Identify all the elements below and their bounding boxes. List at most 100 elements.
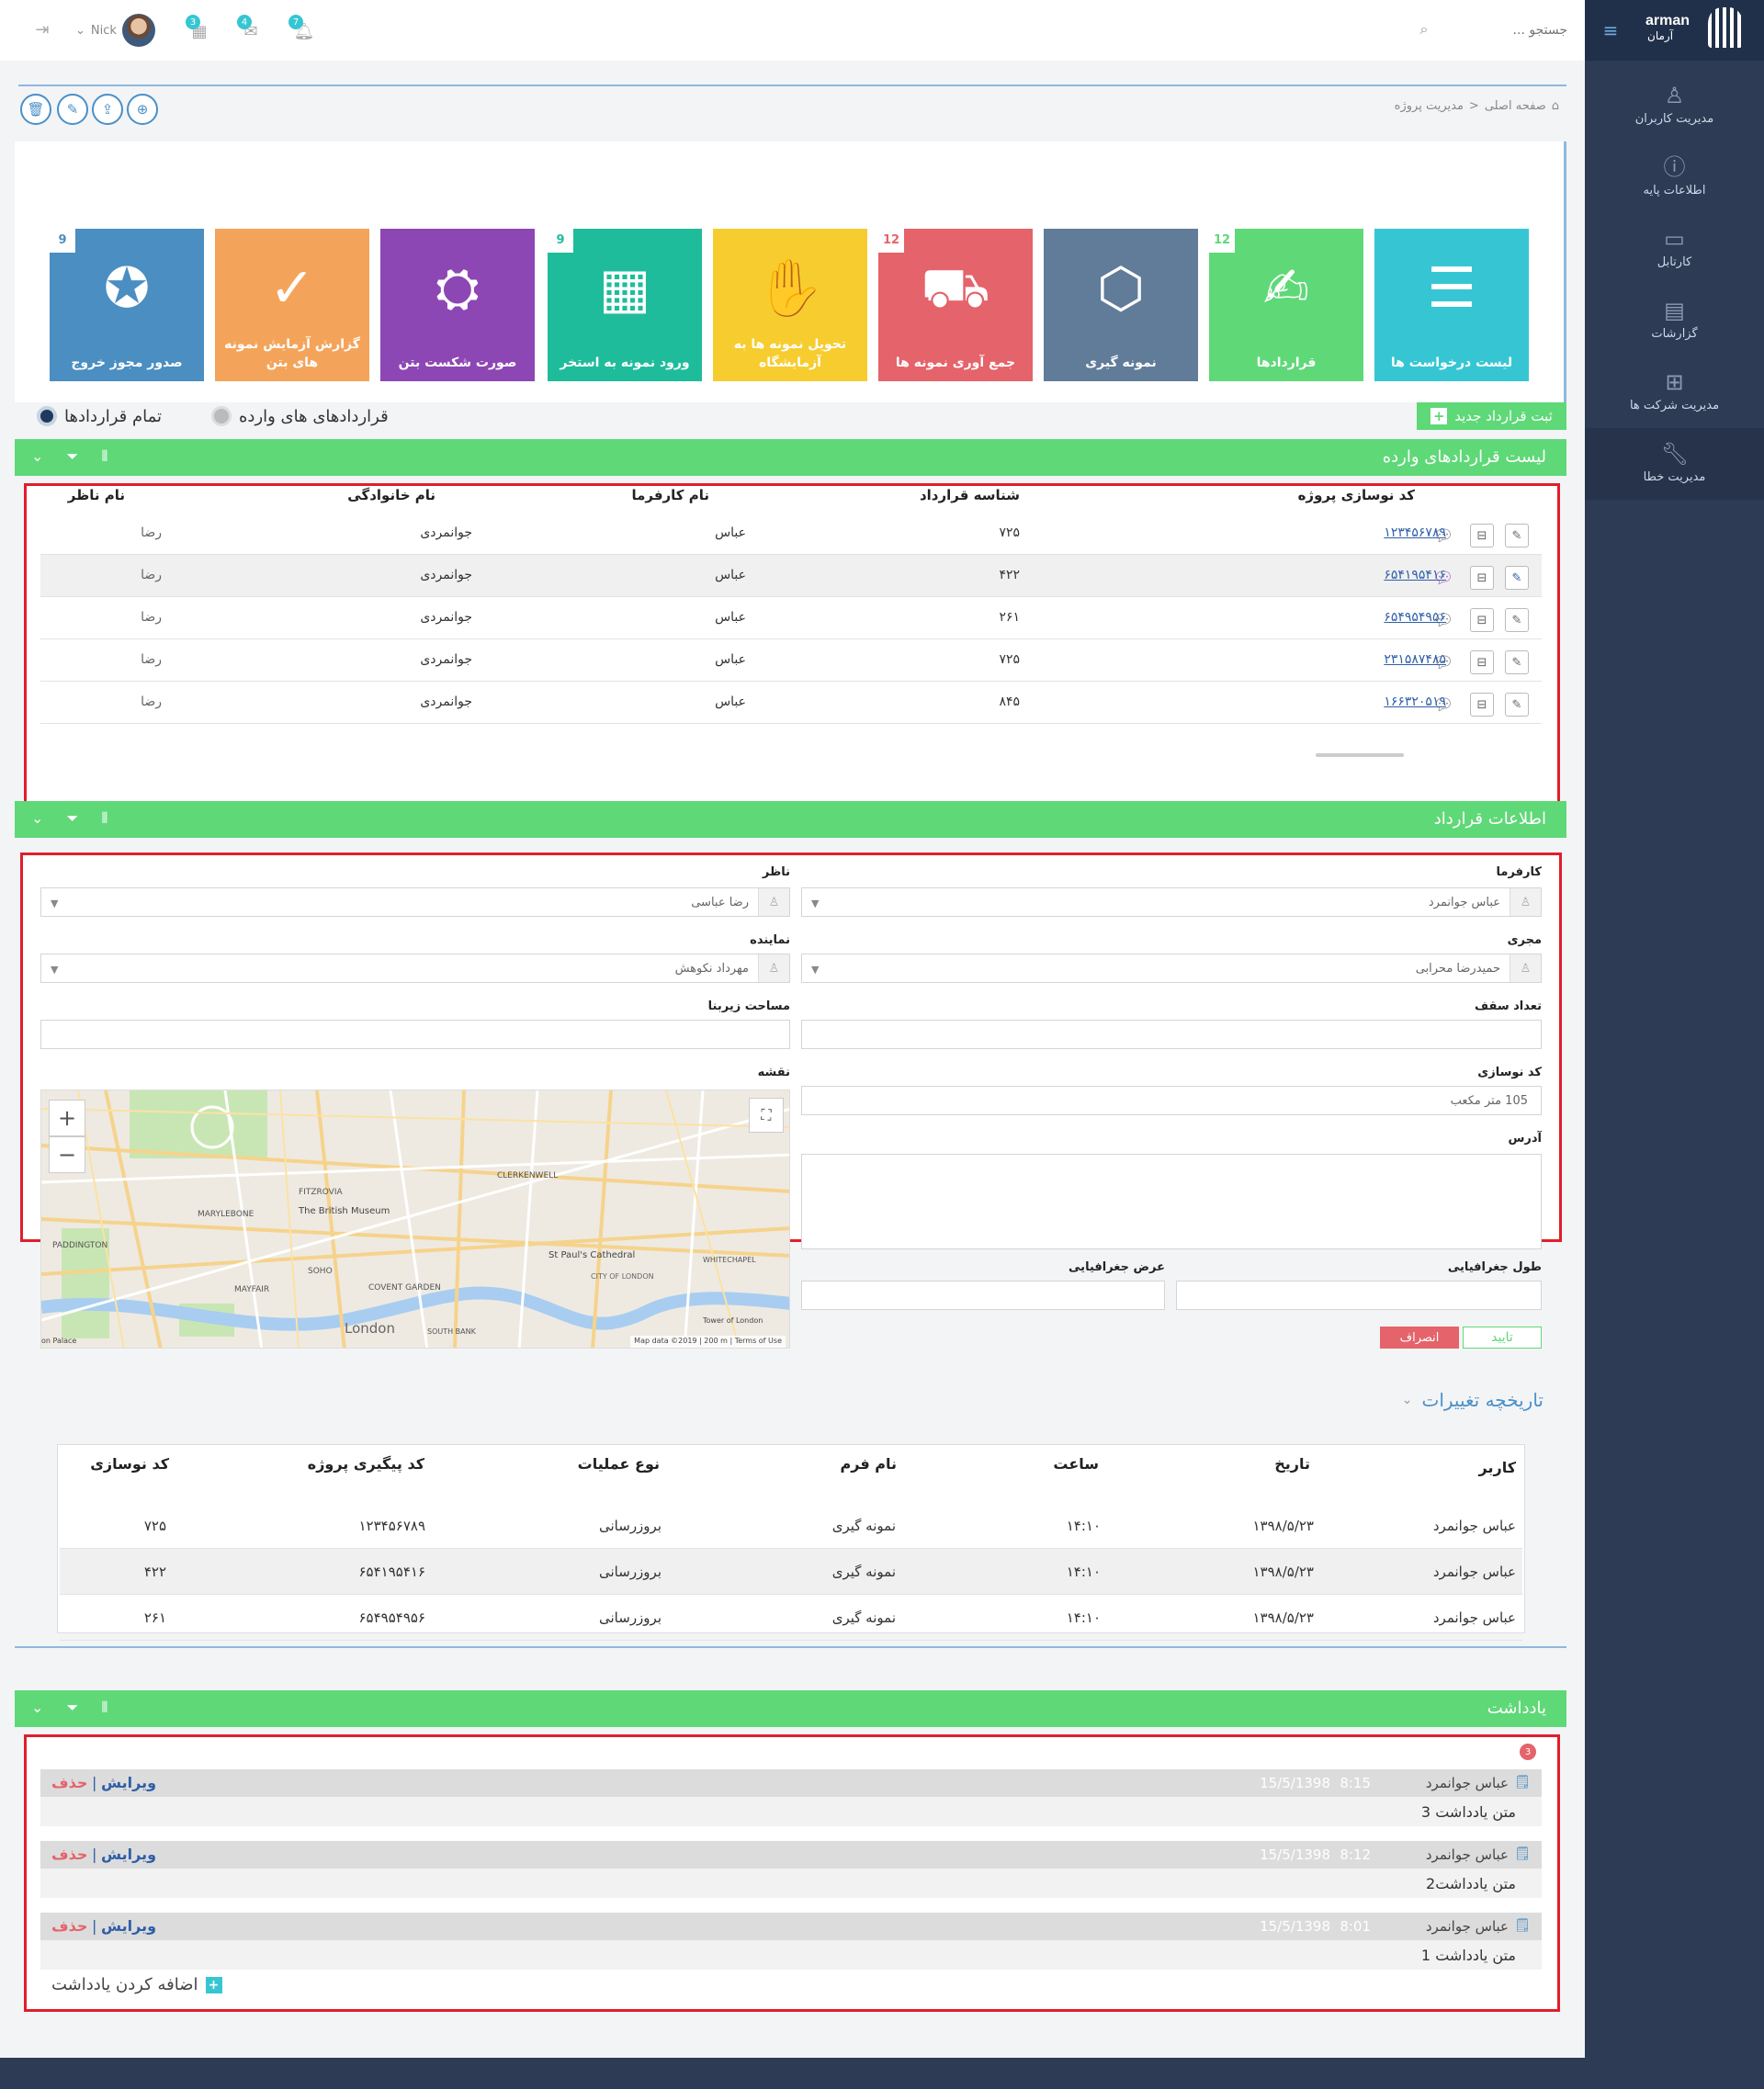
tile-label: صدور مجوز خروج <box>71 356 183 370</box>
tile-pool[interactable]: ▦ ورود نمونه به استخر 9 <box>548 229 702 381</box>
tile-award[interactable]: ✪ صدور مجوز خروج 9 <box>50 229 204 381</box>
delete-icon[interactable]: 🗑︎ <box>20 94 51 125</box>
employer-select[interactable]: عباس جوانمرد ♙ ▼ <box>801 887 1542 917</box>
radio-all[interactable]: تمام قراردادها <box>37 402 162 430</box>
remove-icon[interactable]: ⊟ <box>1470 650 1494 674</box>
longitude-input[interactable] <box>1176 1281 1542 1310</box>
new-contract-button[interactable]: ثبت قرارداد جدید + <box>1417 402 1566 430</box>
table-row[interactable]: ✎ ⊟ 💬︎ ۱۲۳۴۵۶۷۸۹ ۷۲۵ عباس جوانمردی رضا <box>40 513 1542 555</box>
table-row[interactable]: ✎ ⊟ 💬︎ ۶۵۴۹۵۴۹۵۶ ۲۶۱ عباس جوانمردی رضا <box>40 597 1542 639</box>
remove-icon[interactable]: ⊟ <box>1470 608 1494 632</box>
family-cell: جوانمردی <box>420 652 472 667</box>
tile-label: تحویل نمونه ها به آزمایشگاه <box>733 337 847 370</box>
note-icon: 🗒︎ <box>1514 1846 1531 1861</box>
fullscreen-button[interactable]: ⛶ <box>749 1098 784 1133</box>
supervisor-cell: رضا <box>141 652 162 667</box>
renovation-code-label: کد نوسازی <box>1477 1066 1542 1079</box>
address-input[interactable] <box>801 1154 1542 1249</box>
zoom-in-button[interactable]: + <box>49 1100 85 1136</box>
area-input[interactable] <box>40 1020 790 1049</box>
history-user-cell: عباس جوانمرد <box>1432 1609 1516 1626</box>
family-cell: جوانمردی <box>420 525 472 540</box>
renovation-code-input[interactable]: 105 متر مکعب <box>801 1086 1542 1115</box>
note-body: متن یادداشت 3 <box>40 1797 1542 1826</box>
col-contract-id: شناسه قرارداد <box>919 487 1020 503</box>
horizontal-scrollbar[interactable] <box>1316 753 1404 757</box>
note-author: عباس جوانمرد <box>1425 1918 1509 1935</box>
history-date-cell: ۱۳۹۸/۵/۲۳ <box>1252 1564 1314 1580</box>
add-circle-icon[interactable]: ⊕ <box>127 94 158 125</box>
radio-incoming[interactable]: قراردادهای های وارده <box>211 402 389 430</box>
map[interactable]: FITZROVIA The British Museum MARYLEBONE … <box>40 1090 790 1349</box>
panel-tools-icon[interactable]: ⌄ ⏷ ⦀ <box>31 447 117 466</box>
upload-icon[interactable]: ⇪ <box>92 94 123 125</box>
main-content: 🗑︎ ✎ ⇪ ⊕ ⌂ صفحه اصلی < مدیریت پروژه ☰ لیس… <box>0 61 1585 2058</box>
hand-box-icon: ✋ <box>755 256 825 321</box>
sidebar-item-users[interactable]: ♙ مدیریت کاربران <box>1585 70 1764 141</box>
note-edit-link[interactable]: ویرایش <box>101 1846 156 1863</box>
note-delete-link[interactable]: حذف <box>51 1917 87 1935</box>
wrench-tool-icon[interactable]: ✎ <box>57 94 88 125</box>
breadcrumb-home[interactable]: صفحه اصلی <box>1485 99 1546 113</box>
note-delete-link[interactable]: حذف <box>51 1774 87 1791</box>
tile-press[interactable]: ⛭ صورت شکست بتن <box>380 229 535 381</box>
representative-select[interactable]: مهرداد نکوهش ♙ ▼ <box>40 954 790 983</box>
tile-truck[interactable]: ⛟ جمع آوری نمونه ها 12 <box>878 229 1033 381</box>
map-label-palace: on Palace <box>41 1337 77 1345</box>
renovation-code-link[interactable]: ۱۶۶۳۲۰۵۱۹ <box>1299 694 1446 709</box>
renovation-code-link[interactable]: ۶۵۴۹۵۴۹۵۶ <box>1299 610 1446 625</box>
add-note-button[interactable]: + اضافه کردن یادداشت <box>51 1975 222 1994</box>
table-row[interactable]: ✎ ⊟ 💬︎ ۲۳۱۵۸۷۴۸۵ ۷۲۵ عباس جوانمردی رضا <box>40 639 1542 682</box>
cancel-button[interactable]: انصراف <box>1380 1327 1459 1349</box>
edit-icon[interactable]: ✎ <box>1505 650 1529 674</box>
tile-shapes[interactable]: ⬡ نمونه گیری <box>1044 229 1198 381</box>
radio-empty-icon <box>211 406 232 426</box>
hamburger-icon[interactable]: ≡ <box>1598 18 1623 42</box>
dropdown-arrow-icon: ▼ <box>811 964 820 976</box>
remove-icon[interactable]: ⊟ <box>1470 693 1494 717</box>
sidebar-item-companies[interactable]: ⊞ مدیریت شرکت ها <box>1585 356 1764 428</box>
supervisor-select[interactable]: رضا عباسی ♙ ▼ <box>40 887 790 917</box>
tile-report[interactable]: ✓ گزارش آزمایش نمونه های بتن <box>215 229 369 381</box>
table-row[interactable]: ✎ ⊟ 💬︎ ۶۵۴۱۹۵۴۱۶ ۴۲۲ عباس جوانمردی رضا <box>40 555 1542 597</box>
sidebar-item-base-info[interactable]: ⓘ اطلاعات پایه <box>1585 141 1764 213</box>
grid-icon: ⊞ <box>1665 369 1684 395</box>
tile-hand-box[interactable]: ✋ تحویل نمونه ها به آزمایشگاه <box>713 229 867 381</box>
search-icon[interactable]: ⌕ <box>1413 18 1435 40</box>
tile-list-doc[interactable]: ☰ لیست درخواست ها <box>1374 229 1529 381</box>
history-title-row[interactable]: تاریخچه تغییرات ⌄ <box>1402 1389 1544 1411</box>
floors-input[interactable] <box>801 1020 1542 1049</box>
confirm-button[interactable]: تایید <box>1463 1327 1542 1349</box>
folder-icon: ▭ <box>1664 226 1685 252</box>
edit-icon[interactable]: ✎ <box>1505 524 1529 548</box>
note-edit-link[interactable]: ویرایش <box>101 1774 156 1791</box>
panel-tools-icon[interactable]: ⌄ ⏷ ⦀ <box>31 809 117 828</box>
employer-label: کارفرما <box>1496 865 1542 879</box>
table-row[interactable]: ✎ ⊟ 💬︎ ۱۶۶۳۲۰۵۱۹ ۸۴۵ عباس جوانمردی رضا <box>40 682 1542 724</box>
history-op-cell: بروزرسانی <box>599 1564 662 1580</box>
executor-select[interactable]: حمیدرضا محرابی ♙ ▼ <box>801 954 1542 983</box>
panel-tools-icon[interactable]: ⌄ ⏷ ⦀ <box>31 1699 117 1717</box>
remove-icon[interactable]: ⊟ <box>1470 524 1494 548</box>
sidebar-item-errors[interactable]: 🔧︎ مدیریت خطا <box>1585 428 1764 500</box>
sidebar-item-cartable[interactable]: ▭ کارتابل <box>1585 213 1764 285</box>
renovation-code-link[interactable]: ۲۳۱۵۸۷۴۸۵ <box>1299 652 1446 667</box>
remove-icon[interactable]: ⊟ <box>1470 566 1494 590</box>
edit-icon[interactable]: ✎ <box>1505 608 1529 632</box>
latitude-input[interactable] <box>801 1281 1165 1310</box>
note-delete-link[interactable]: حذف <box>51 1846 87 1863</box>
zoom-out-button[interactable]: − <box>49 1136 85 1173</box>
tile-contract[interactable]: ✍ قراردادها 12 <box>1209 229 1363 381</box>
map-label-south-bank: SOUTH BANK <box>427 1327 476 1336</box>
sidebar-item-reports[interactable]: ▤ گزارشات <box>1585 285 1764 356</box>
user-menu[interactable]: ⌄ Nick <box>75 14 155 47</box>
search-input[interactable] <box>1444 17 1567 44</box>
edit-icon[interactable]: ✎ <box>1505 693 1529 717</box>
renovation-code-link[interactable]: ۶۵۴۱۹۵۴۱۶ <box>1299 568 1446 582</box>
renovation-code-link[interactable]: ۱۲۳۴۵۶۷۸۹ <box>1299 525 1446 540</box>
hcol-form: نام فرم <box>840 1455 897 1473</box>
contract-id-cell: ۲۶۱ <box>999 610 1020 625</box>
logout-icon[interactable]: ⇥ <box>31 18 53 40</box>
note-edit-link[interactable]: ویرایش <box>101 1917 156 1935</box>
edit-icon[interactable]: ✎ <box>1505 566 1529 590</box>
